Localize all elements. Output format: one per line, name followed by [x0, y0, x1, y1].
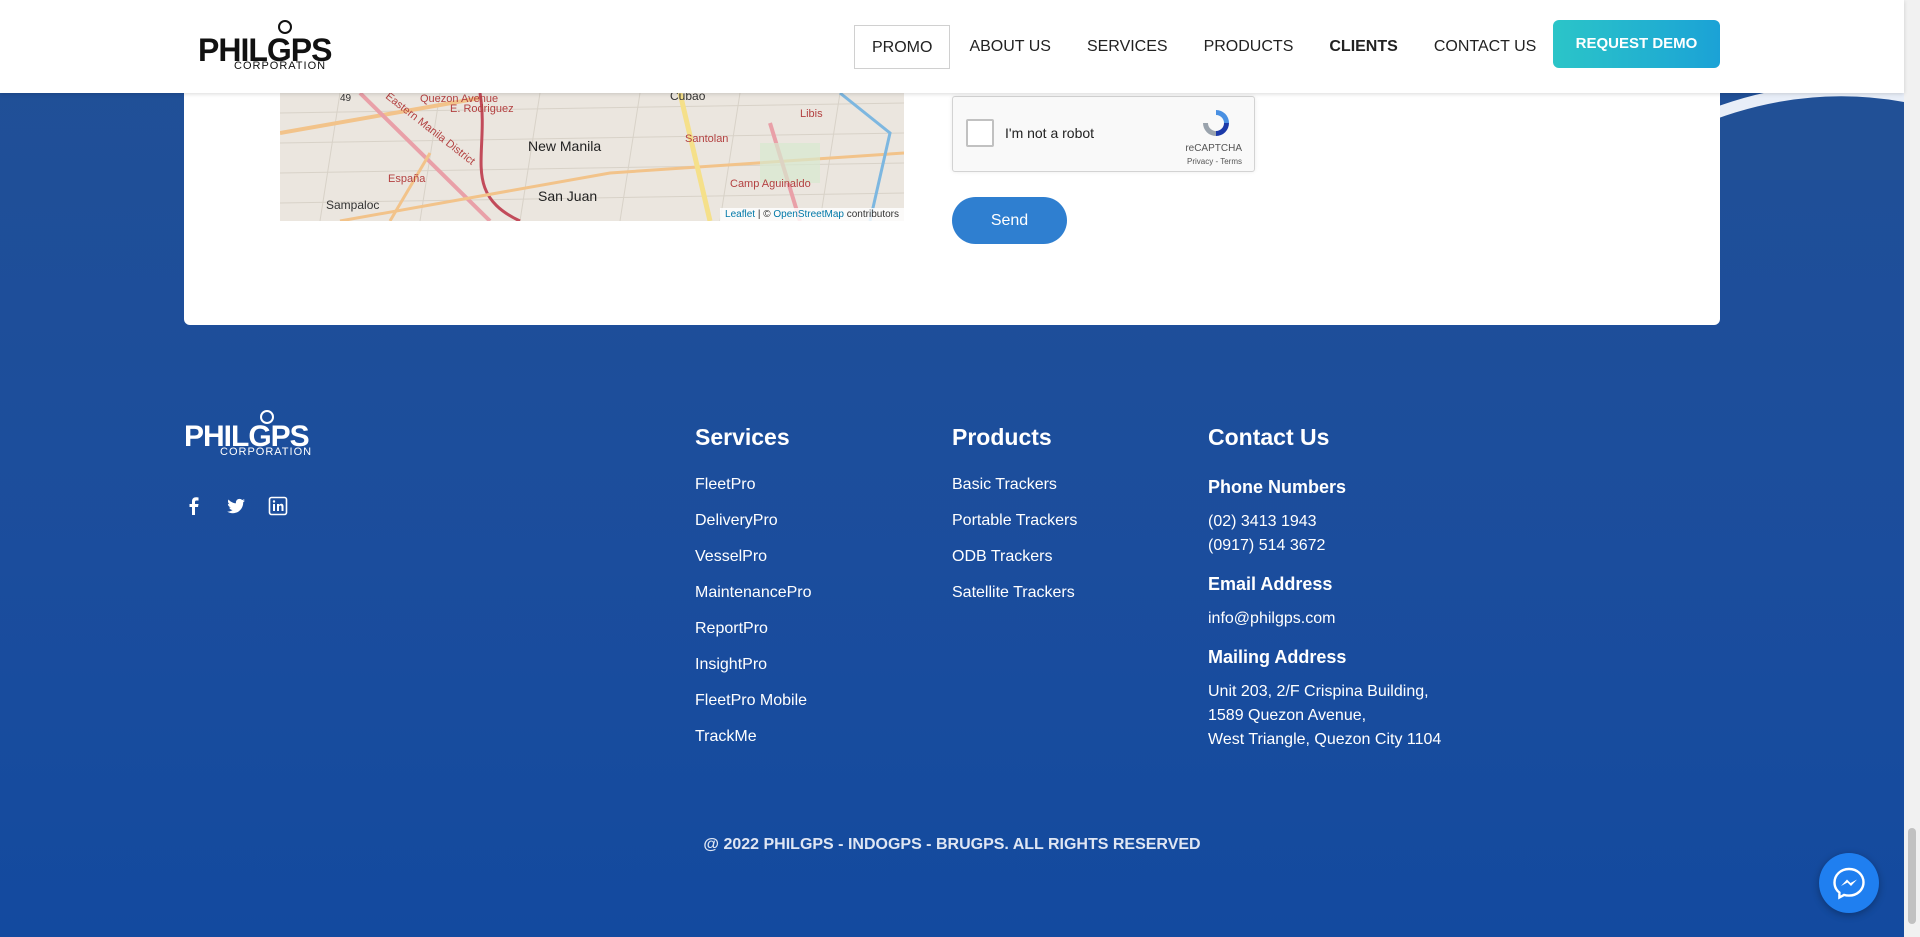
recaptcha-label: I'm not a robot — [1005, 125, 1095, 141]
services-heading: Services — [695, 424, 790, 450]
linkedin-icon[interactable] — [268, 496, 288, 516]
products-link[interactable]: Satellite Trackers — [952, 585, 1077, 621]
map-label: New Manila — [528, 138, 602, 154]
map-label: Camp Aguinaldo — [730, 178, 811, 190]
contact-column: Contact Us Phone Numbers (02) 3413 1943 … — [1208, 424, 1441, 768]
recaptcha-icon — [1203, 110, 1229, 136]
map-label: 49 — [340, 93, 352, 104]
nav-clients[interactable]: CLIENTS — [1312, 25, 1414, 69]
services-link[interactable]: MaintenancePro — [695, 585, 812, 621]
request-demo-button[interactable]: REQUEST DEMO — [1553, 20, 1720, 68]
nav-services[interactable]: SERVICES — [1070, 25, 1185, 69]
main-nav: PROMO ABOUT US SERVICES PRODUCTS CLIENTS… — [854, 25, 1555, 69]
map-label: San Juan — [538, 188, 598, 204]
services-link[interactable]: FleetPro — [695, 477, 812, 513]
recaptcha-checkbox[interactable] — [966, 119, 994, 147]
phone-number[interactable]: (02) 3413 1943 — [1208, 510, 1441, 534]
email-heading: Email Address — [1208, 574, 1333, 594]
address-heading: Mailing Address — [1208, 647, 1347, 667]
services-link[interactable]: TrackMe — [695, 729, 812, 765]
copyright-text: @ 2022 PHILGPS - INDOGPS - BRUGPS. ALL R… — [703, 836, 1201, 853]
products-link[interactable]: ODB Trackers — [952, 549, 1077, 585]
address-line: 1589 Quezon Avenue, — [1208, 707, 1367, 724]
services-link[interactable]: VesselPro — [695, 549, 812, 585]
leaflet-link[interactable]: Leaflet — [725, 209, 755, 220]
nav-promo[interactable]: PROMO — [854, 25, 951, 69]
recaptcha-widget: I'm not a robot reCAPTCHA Privacy - Term… — [952, 96, 1255, 172]
map-label: Cubao — [670, 93, 706, 103]
nav-products[interactable]: PRODUCTS — [1187, 25, 1311, 69]
map-label: Santolan — [685, 133, 729, 145]
philgps-logo[interactable]: PHILGPS CORPORATION — [198, 18, 364, 72]
services-link[interactable]: FleetPro Mobile — [695, 693, 812, 729]
address-line: West Triangle, Quezon City 1104 — [1208, 731, 1442, 748]
address-line: Unit 203, 2/F Crispina Building, — [1208, 683, 1429, 700]
messenger-icon — [1833, 867, 1865, 900]
email-group: Email Address info@philgps.com — [1208, 574, 1441, 631]
recaptcha-brand: reCAPTCHA — [1185, 143, 1242, 154]
map-label: Sampaloc — [326, 198, 380, 212]
map-label: E. Rodriguez — [450, 103, 514, 115]
messenger-chat-button[interactable] — [1819, 853, 1879, 913]
facebook-icon[interactable] — [184, 496, 204, 516]
page-scrollbar[interactable] — [1904, 0, 1920, 937]
contact-heading: Contact Us — [1208, 424, 1330, 450]
phone-heading: Phone Numbers — [1208, 477, 1347, 497]
products-link[interactable]: Portable Trackers — [952, 513, 1077, 549]
services-link[interactable]: DeliveryPro — [695, 513, 812, 549]
map-attribution: Leaflet | © OpenStreetMap contributors — [720, 208, 904, 221]
phone-group: Phone Numbers (02) 3413 1943 (0917) 514 … — [1208, 477, 1441, 558]
map-label: Libis — [800, 108, 823, 120]
footer-logo[interactable]: PHILGPS CORPORATION — [184, 408, 350, 458]
send-button[interactable]: Send — [952, 197, 1067, 244]
email-link[interactable]: info@philgps.com — [1208, 607, 1441, 631]
map-label: España — [388, 173, 426, 185]
nav-about-us[interactable]: ABOUT US — [952, 25, 1068, 69]
products-heading: Products — [952, 424, 1052, 450]
services-link[interactable]: InsightPro — [695, 657, 812, 693]
products-link[interactable]: Basic Trackers — [952, 477, 1077, 513]
twitter-icon[interactable] — [226, 496, 246, 516]
phone-number[interactable]: (0917) 514 3672 — [1208, 534, 1441, 558]
social-links — [184, 496, 288, 516]
site-header: PHILGPS CORPORATION PROMO ABOUT US SERVI… — [0, 0, 1904, 93]
services-column: Services FleetPro DeliveryPro VesselPro … — [695, 424, 812, 765]
products-column: Products Basic Trackers Portable Tracker… — [952, 424, 1077, 621]
address-group: Mailing Address Unit 203, 2/F Crispina B… — [1208, 647, 1441, 752]
recaptcha-terms[interactable]: Privacy - Terms — [1187, 157, 1242, 166]
nav-contact-us[interactable]: CONTACT US — [1417, 25, 1554, 69]
osm-link[interactable]: OpenStreetMap — [773, 209, 844, 220]
services-link[interactable]: ReportPro — [695, 621, 812, 657]
scrollbar-thumb[interactable] — [1908, 828, 1916, 924]
location-map[interactable]: Quezon Avenue E. Rodriguez Eastern Manil… — [280, 93, 904, 221]
